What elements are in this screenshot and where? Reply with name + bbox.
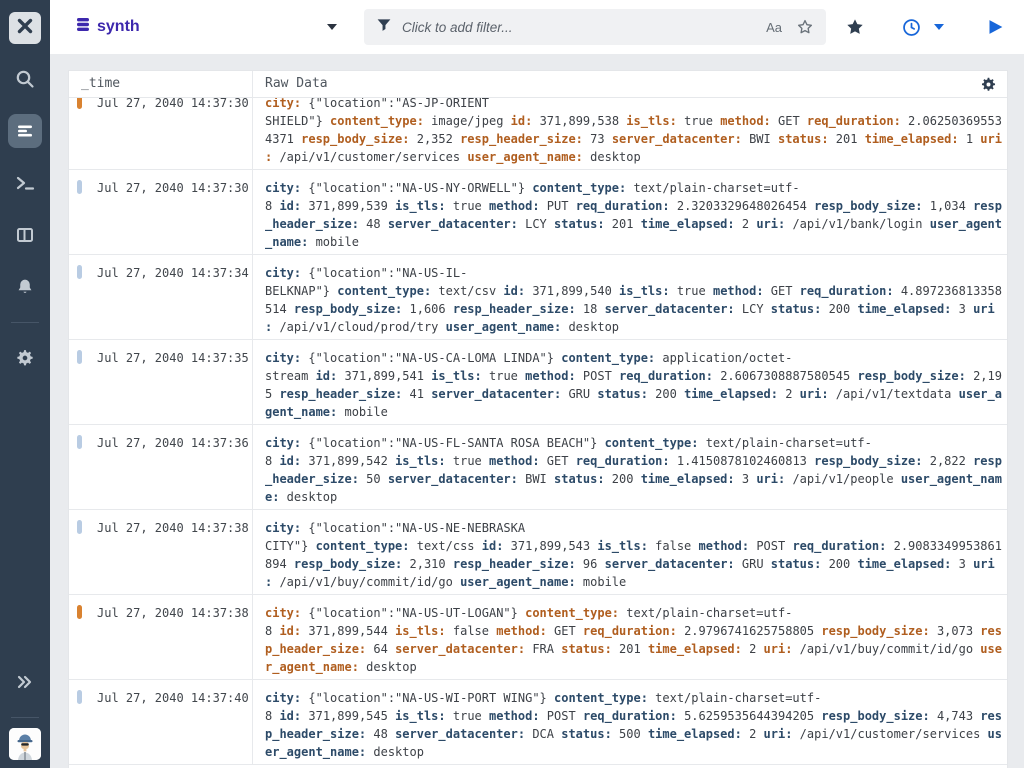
- chevron-down-icon: [327, 24, 337, 30]
- sidebar-item-settings[interactable]: [8, 341, 42, 375]
- row-marker: [77, 605, 82, 619]
- row-time: Jul 27, 2040 14:37:30: [97, 181, 249, 195]
- table-row[interactable]: Jul 27, 2040 14:37:34 city: {"location":…: [69, 255, 1007, 340]
- sidebar-collapse-button[interactable]: [8, 665, 42, 699]
- results-table: _time Raw Data Jul 27, 2040 14:37:30 cit…: [68, 70, 1008, 768]
- funnel-icon: [376, 17, 392, 38]
- table-row[interactable]: Jul 27, 2040 14:37:38 city: {"location":…: [69, 595, 1007, 680]
- row-time: Jul 27, 2040 14:37:34: [97, 266, 249, 280]
- log-rows[interactable]: Jul 27, 2040 14:37:30 city: {"location":…: [69, 98, 1007, 768]
- time-cell: Jul 27, 2040 14:37:35: [69, 340, 253, 424]
- app-logo[interactable]: [9, 12, 41, 44]
- row-marker: [77, 265, 82, 279]
- row-marker: [77, 98, 82, 109]
- sidebar-item-logs[interactable]: [8, 114, 42, 148]
- time-cell: Jul 27, 2040 14:37:34: [69, 255, 253, 339]
- row-rawdata: city: {"location":"NA-US-WI-PORT WING"} …: [265, 691, 1002, 759]
- table-row[interactable]: Jul 27, 2040 14:37:30 city: {"location":…: [69, 98, 1007, 170]
- bell-icon: [14, 276, 36, 298]
- row-rawdata: city: {"location":"NA-US-CA-LOMA LINDA"}…: [265, 351, 1002, 419]
- column-header-rawdata[interactable]: Raw Data: [253, 71, 1007, 97]
- row-marker: [77, 690, 82, 704]
- table-row[interactable]: Jul 27, 2040 14:37:36 city: {"location":…: [69, 425, 1007, 510]
- row-rawdata: city: {"location":"NA-US-NE-NEBRASKA CITY…: [265, 521, 1002, 589]
- search-icon: [14, 68, 36, 90]
- sidebar: [0, 0, 50, 768]
- row-rawdata: city: {"location":"NA-US-FL-SANTA ROSA B…: [265, 436, 1002, 504]
- table-row[interactable]: Jul 27, 2040 14:37:30 city: {"location":…: [69, 170, 1007, 255]
- row-time: Jul 27, 2040 14:37:36: [97, 436, 249, 450]
- columns-icon: [14, 224, 36, 246]
- row-time: Jul 27, 2040 14:37:40: [97, 691, 249, 705]
- filter-input[interactable]: [402, 19, 767, 35]
- table-settings-gear-icon[interactable]: [980, 76, 997, 97]
- favorite-filter-star-icon[interactable]: [796, 18, 814, 36]
- table-row[interactable]: Jul 27, 2040 14:37:35 city: {"location":…: [69, 340, 1007, 425]
- terminal-icon: [14, 172, 36, 194]
- row-marker: [77, 435, 82, 449]
- topbar-actions: [845, 16, 1006, 38]
- sidebar-item-tables[interactable]: [8, 218, 42, 252]
- table-row[interactable]: Jul 27, 2040 14:37:38 city: {"location":…: [69, 510, 1007, 595]
- row-marker: [77, 520, 82, 534]
- sidebar-item-terminal[interactable]: [8, 166, 42, 200]
- topbar: synth Aa: [50, 0, 1024, 54]
- row-rawdata: city: {"location":"AS-JP-ORIENT SHIELD"} …: [265, 98, 1002, 164]
- time-cell: Jul 27, 2040 14:37:36: [69, 425, 253, 509]
- sidebar-divider: [11, 717, 39, 718]
- avatar[interactable]: [9, 728, 41, 760]
- filter-bar[interactable]: Aa: [364, 9, 826, 45]
- sidebar-item-notifications[interactable]: [8, 270, 42, 304]
- column-header-time[interactable]: _time: [69, 71, 253, 97]
- dataset-selector[interactable]: synth: [75, 16, 337, 38]
- row-marker: [77, 350, 82, 364]
- gear-icon: [15, 348, 35, 368]
- x-logo-icon: [15, 16, 35, 41]
- row-rawdata: city: {"location":"NA-US-NY-ORWELL"} con…: [265, 181, 1002, 249]
- bookmark-star-icon[interactable]: [845, 17, 865, 37]
- row-time: Jul 27, 2040 14:37:30: [97, 98, 249, 110]
- row-time: Jul 27, 2040 14:37:35: [97, 351, 249, 365]
- results-area: _time Raw Data Jul 27, 2040 14:37:30 cit…: [50, 54, 1024, 768]
- dataset-name: synth: [97, 18, 140, 35]
- app-screen: synth Aa: [0, 0, 1024, 768]
- time-range-caret-icon[interactable]: [934, 24, 944, 30]
- row-rawdata: city: {"location":"NA-US-UT-LOGAN"} cont…: [265, 606, 1002, 674]
- row-time: Jul 27, 2040 14:37:38: [97, 521, 249, 535]
- time-cell: Jul 27, 2040 14:37:30: [69, 98, 253, 169]
- table-header: _time Raw Data: [69, 71, 1007, 98]
- sidebar-item-search[interactable]: [8, 62, 42, 96]
- logs-icon: [14, 120, 36, 142]
- time-cell: Jul 27, 2040 14:37:30: [69, 170, 253, 254]
- table-row[interactable]: Jul 27, 2040 14:37:40 city: {"location":…: [69, 680, 1007, 765]
- sidebar-divider: [11, 322, 39, 323]
- time-cell: Jul 27, 2040 14:37:40: [69, 680, 253, 764]
- time-cell: Jul 27, 2040 14:37:38: [69, 510, 253, 594]
- row-time: Jul 27, 2040 14:37:38: [97, 606, 249, 620]
- collapse-chevrons-icon: [14, 671, 36, 693]
- time-range-clock-icon[interactable]: [901, 17, 922, 38]
- row-rawdata: city: {"location":"NA-US-IL- BELKNAP"} co…: [265, 266, 1002, 334]
- case-sensitivity-toggle[interactable]: Aa: [766, 20, 782, 35]
- row-marker: [77, 180, 82, 194]
- run-query-play-button[interactable]: [984, 16, 1006, 38]
- database-icon: [75, 16, 91, 38]
- time-cell: Jul 27, 2040 14:37:38: [69, 595, 253, 679]
